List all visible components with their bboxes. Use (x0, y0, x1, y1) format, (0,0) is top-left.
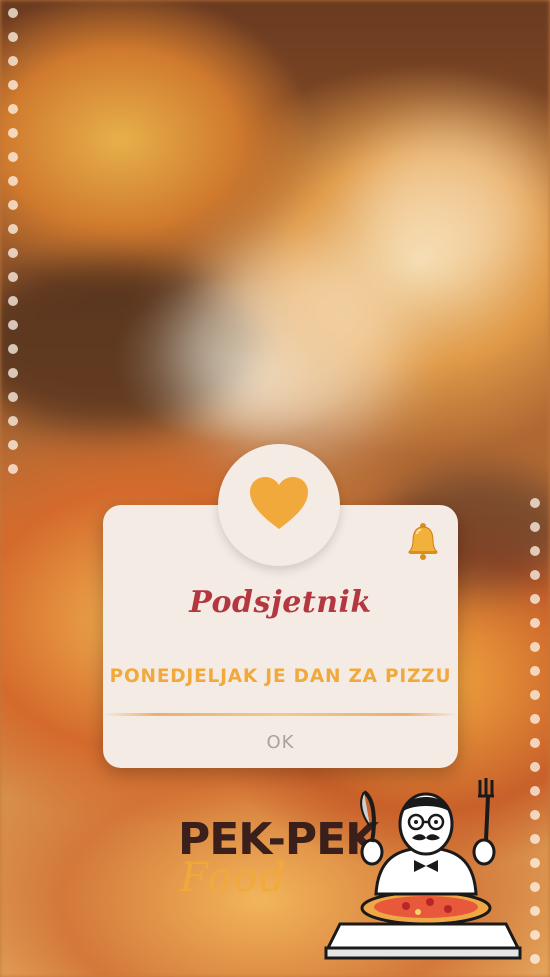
decorative-dots-right (529, 0, 543, 977)
dialog-message: PONEDJELJAK JE DAN ZA PIZZU (109, 666, 452, 687)
brand-subtitle: Food (180, 855, 288, 901)
ok-button[interactable]: OK (103, 716, 458, 768)
bell-icon (405, 521, 441, 561)
dialog-title: Podsjetnik (189, 585, 372, 620)
heart-bubble (218, 444, 340, 566)
decorative-dots-left (7, 0, 21, 977)
chef-pizza-mascot-icon (318, 768, 528, 968)
heart-icon (248, 475, 310, 535)
